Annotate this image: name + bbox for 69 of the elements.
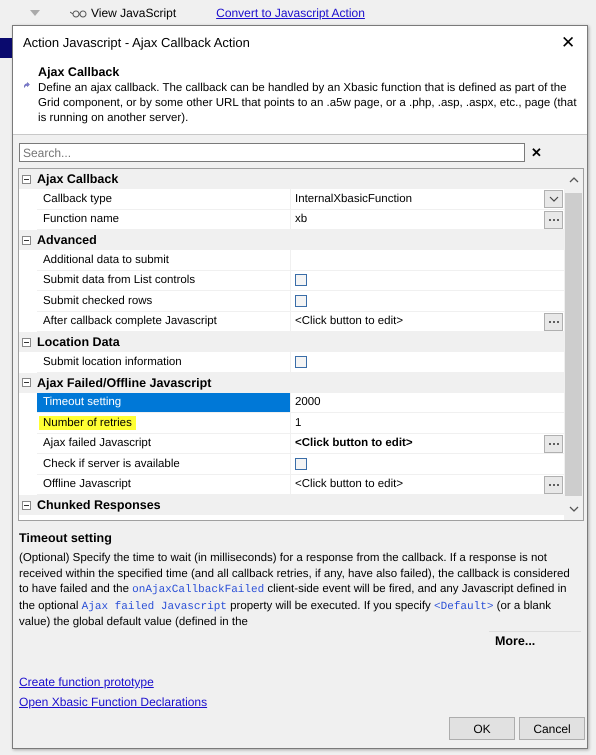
help-text: (Optional) Specify the time to wait (in milliseconds) for a response from the callback. If a response is not received within the specified time (and all callback retries, if any, have also failed), the callback is considered to have failed and the onAjaxCallbackFailed client-side event will be fired, and any Javascript defined in the optional Ajax failed Javascript property will be executed. If you specify <Default> (or a blank value) the global default value (defined in the <box>19 551 571 630</box>
property-label: Callback type <box>42 192 114 206</box>
collapse-icon[interactable] <box>22 174 31 184</box>
glasses-icon <box>70 8 88 18</box>
property-value[interactable]: xb <box>295 213 308 226</box>
chevron-down-icon <box>548 196 558 202</box>
clear-button[interactable]: ✕ <box>531 145 542 160</box>
property-name[interactable]: Timeout setting <box>37 392 291 412</box>
cancel-button[interactable]: Cancel <box>519 717 585 740</box>
ellipsis-button[interactable] <box>544 312 563 330</box>
close-button[interactable]: ✕ <box>557 32 579 53</box>
scroll-down-icon[interactable] <box>568 506 578 512</box>
ok-button[interactable]: OK <box>449 717 515 740</box>
checkbox[interactable] <box>295 458 307 470</box>
property-value[interactable]: 2000 <box>295 396 321 408</box>
property-value[interactable]: <Click button to edit> <box>295 478 404 490</box>
header-title: Ajax Callback <box>38 65 120 79</box>
collapse-icon[interactable] <box>22 236 31 244</box>
ellipsis-icon <box>548 218 560 222</box>
checkbox[interactable] <box>295 356 307 368</box>
property-label: Function name <box>42 212 120 226</box>
group-header[interactable]: Location Data <box>19 332 564 352</box>
ellipsis-icon <box>548 482 560 486</box>
group-title: Advanced <box>37 233 97 247</box>
scroll-thumb[interactable] <box>565 193 582 496</box>
property-label: Offline Javascript <box>42 477 132 492</box>
property-label: Submit location information <box>42 354 183 369</box>
property-value[interactable]: <Click button to edit> <box>295 437 413 450</box>
group-title: Ajax Callback <box>37 172 118 186</box>
group-title: Location Data <box>37 335 120 349</box>
property-name[interactable]: Number of retries <box>37 413 291 432</box>
property-label: After callback complete Javascript <box>42 314 218 328</box>
collapse-icon[interactable] <box>22 338 31 346</box>
ellipsis-icon <box>548 442 560 446</box>
help-title: Timeout setting <box>19 531 113 545</box>
property-label: Submit data from List controls <box>42 273 196 288</box>
scroll-up-icon[interactable] <box>568 177 578 183</box>
property-label: Number of retries <box>39 416 136 430</box>
toolbar-item[interactable]: View JavaScript <box>70 6 176 20</box>
ellipsis-icon <box>548 320 560 324</box>
property-label: Timeout setting <box>42 395 122 410</box>
collapse-icon[interactable] <box>22 378 31 387</box>
search-field[interactable]: Search... <box>19 143 525 162</box>
group-header[interactable]: Ajax Callback <box>19 169 564 189</box>
group-header[interactable]: Chunked Responses <box>19 495 564 515</box>
header-description: Define an ajax callback. The callback can be handled by an Xbasic function that is defined as part of the Grid component, or by some other URL that points to an .a5w page, or a .php, .asp, .aspx, etc., page (that is running on another server). <box>38 81 577 126</box>
property-value[interactable]: 1 <box>295 416 302 429</box>
window-title: Action Javascript - Ajax Callback Action <box>23 35 250 50</box>
property-label: Submit checked rows <box>42 294 154 308</box>
convert-link[interactable]: Convert to Javascript Action <box>216 6 365 20</box>
property-value[interactable]: <Click button to edit> <box>295 315 404 328</box>
checkbox[interactable] <box>295 294 307 307</box>
property-value[interactable]: InternalXbasicFunction <box>295 192 412 205</box>
property-label: Ajax failed Javascript <box>42 436 152 450</box>
scrollbar[interactable] <box>564 169 583 520</box>
ellipsis-button[interactable] <box>544 210 563 228</box>
checkbox[interactable] <box>295 274 307 286</box>
dropdown-button[interactable] <box>544 190 563 208</box>
group-header[interactable]: Ajax Failed/Offline Javascript <box>19 372 564 392</box>
property-label: Additional data to submit <box>42 252 170 267</box>
collapse-icon[interactable] <box>22 500 31 510</box>
property-label: Check if server is available <box>42 456 181 471</box>
group-title: Chunked Responses <box>37 498 161 512</box>
group-header[interactable]: Advanced <box>19 230 564 250</box>
link[interactable]: Create function prototype <box>19 675 154 689</box>
ellipsis-button[interactable] <box>544 434 563 452</box>
ellipsis-button[interactable] <box>544 476 563 494</box>
link[interactable]: Open Xbasic Function Declarations <box>19 695 208 709</box>
group-title: Ajax Failed/Offline Javascript <box>37 376 212 390</box>
